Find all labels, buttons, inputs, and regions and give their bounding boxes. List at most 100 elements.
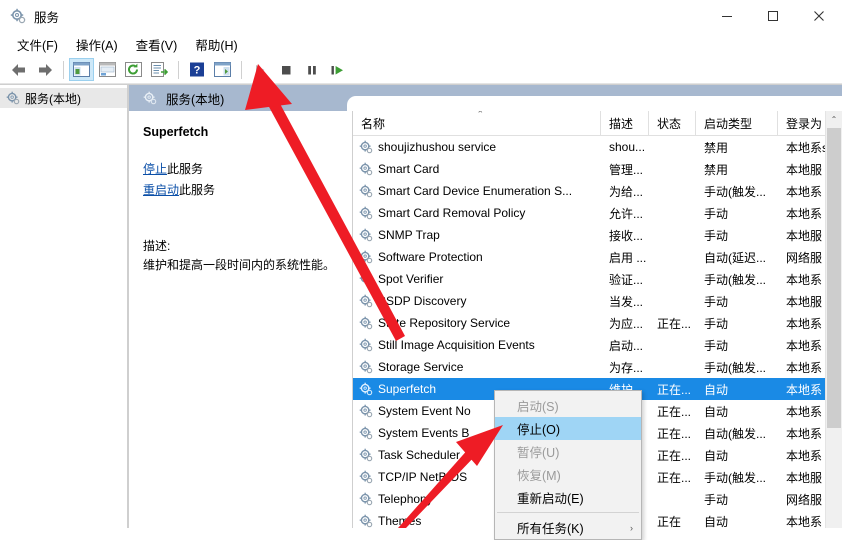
cell-startup-type: 手动(触发... <box>704 360 766 375</box>
start-service-icon[interactable] <box>247 58 272 81</box>
show-action-pane-icon[interactable] <box>210 58 235 81</box>
service-gear-icon <box>359 272 373 286</box>
pane-header: 服务(本地) <box>129 85 842 111</box>
column-description[interactable]: 描述 <box>601 111 649 135</box>
table-row[interactable]: shoujizhushou serviceshou...禁用本地系statist… <box>353 136 842 158</box>
ctx-restart[interactable]: 重新启动(E) <box>495 486 641 509</box>
cell-startup-type: 自动 <box>704 448 729 463</box>
cell-startup-type: 手动(触发... <box>704 184 766 199</box>
column-startup-type[interactable]: 启动类型 <box>696 111 778 135</box>
stop-service-row: 停止此服务 <box>143 161 342 178</box>
cell-description: shou... <box>609 140 646 154</box>
cell-status: 正在 <box>657 514 682 529</box>
close-button[interactable] <box>796 0 842 32</box>
cell-startup-type: 手动(触发... <box>704 470 766 485</box>
cell-description: 为存... <box>609 360 644 375</box>
help-icon[interactable]: ? <box>184 58 209 81</box>
ctx-resume-label: 恢复(M) <box>517 469 561 483</box>
table-row[interactable]: Spot Verifier 验证... 手动(触发... 本地系 <box>353 268 842 290</box>
console-tree-pane: 服务(本地) <box>0 84 128 528</box>
cell-startup-type: 自动 <box>704 382 729 397</box>
scroll-up-arrow-icon[interactable]: ⌃ <box>826 111 842 128</box>
detail-service-name: Superfetch <box>143 125 209 139</box>
menu-action[interactable]: 操作(A) <box>67 33 127 56</box>
cell-status: 正在... <box>657 448 692 463</box>
cell-description: 当发... <box>609 294 644 309</box>
toolbar-separator-1 <box>63 60 64 79</box>
service-gear-icon <box>359 184 373 198</box>
cell-service-name-label: Storage Service <box>378 360 464 374</box>
description-label: 描述: <box>143 239 171 253</box>
column-logon-as-label: 登录为 <box>786 116 823 131</box>
export-list-icon[interactable] <box>147 58 172 81</box>
back-arrow-icon[interactable] <box>6 58 31 81</box>
main-area: 服务(本地) 服务(本地) Superfetch 停止此服务 重启动此服务 描述… <box>0 84 842 528</box>
ctx-start-label: 启动(S) <box>517 400 559 414</box>
cell-description: 允许... <box>609 206 644 221</box>
service-gear-icon <box>359 514 373 528</box>
cell-description: 启用 ... <box>609 250 647 265</box>
cell-startup-type: 自动(触发... <box>704 426 766 441</box>
stop-service-suffix: 此服务 <box>167 162 204 176</box>
ctx-stop-label: 停止(O) <box>517 423 561 437</box>
table-row[interactable]: Storage Service 为存... 手动(触发... 本地系 <box>353 356 842 378</box>
column-status[interactable]: 状态 <box>649 111 696 135</box>
table-row[interactable]: SNMP Trap 接收... 手动 本地服 <box>353 224 842 246</box>
table-row[interactable]: Smart Card 管理... 禁用 本地服 <box>353 158 842 180</box>
forward-arrow-icon[interactable] <box>32 58 57 81</box>
table-row[interactable]: Smart Card Device Enumeration S... 为给... 手… <box>353 180 842 202</box>
cell-startup-type: 手动(触发... <box>704 272 766 287</box>
restart-service-suffix: 此服务 <box>179 183 216 197</box>
stop-service-link[interactable]: 停止 <box>143 162 167 176</box>
cell-startup-type: 禁用 <box>704 162 729 177</box>
table-row[interactable]: Still Image Acquisition Events 启动... 手动 本地系 <box>353 334 842 356</box>
tree-item-services-local[interactable]: 服务(本地) <box>0 88 127 108</box>
refresh-icon[interactable] <box>121 58 146 81</box>
window-title: 服务 <box>34 10 60 25</box>
restart-service-icon[interactable] <box>325 58 350 81</box>
cell-service-name-label: SNMP Trap <box>378 228 440 242</box>
ctx-stop[interactable]: 停止(O) <box>495 417 641 440</box>
cell-startup-type: 手动 <box>704 228 729 243</box>
menu-file[interactable]: 文件(F) <box>8 33 67 56</box>
column-name[interactable]: ⌃ 名称 <box>353 111 601 135</box>
cell-status: 正在... <box>657 426 692 441</box>
service-gear-icon <box>359 294 373 308</box>
show-hide-tree-icon[interactable] <box>69 58 94 81</box>
service-gear-icon <box>359 382 373 396</box>
menu-help[interactable]: 帮助(H) <box>186 33 246 56</box>
cell-service-name-label: System Event No <box>378 404 471 418</box>
toolbar: ? <box>0 56 842 84</box>
list-vertical-scrollbar[interactable]: ⌃ <box>825 111 842 528</box>
cell-service-name-label: shoujizhushou service <box>378 140 497 154</box>
table-row[interactable]: SSDP Discovery 当发... 手动 本地服 <box>353 290 842 312</box>
table-row[interactable]: State Repository Service 为应... 正在... 手动 本地系 <box>353 312 842 334</box>
svg-text:?: ? <box>193 65 200 77</box>
cell-startup-type: 自动 <box>704 514 729 529</box>
cell-service-name-label: Superfetch <box>378 382 437 396</box>
column-name-label: 名称 <box>361 116 386 131</box>
table-row[interactable]: Software Protection 启用 ... 自动(延迟... 网络服 <box>353 246 842 268</box>
menu-view[interactable]: 查看(V) <box>127 33 187 56</box>
restart-service-link[interactable]: 重启动 <box>143 183 179 197</box>
ctx-resume: 恢复(M) <box>495 463 641 486</box>
cell-startup-type: 手动 <box>704 338 729 353</box>
toolbar-separator-2 <box>178 60 179 79</box>
service-gear-icon <box>359 448 373 462</box>
cell-description: 管理... <box>609 162 644 177</box>
maximize-button[interactable] <box>750 0 796 32</box>
stop-service-icon[interactable] <box>273 58 298 81</box>
scrollbar-thumb[interactable] <box>827 128 841 428</box>
service-gear-icon <box>359 492 373 506</box>
window-controls <box>704 0 842 32</box>
pause-service-icon[interactable] <box>299 58 324 81</box>
cell-service-name: SSDP Discovery <box>353 294 601 308</box>
properties-icon[interactable] <box>95 58 120 81</box>
cell-service-name: Spot Verifier <box>353 272 601 286</box>
services-gear-icon <box>10 8 26 24</box>
ctx-start: 启动(S) <box>495 394 641 417</box>
minimize-button[interactable] <box>704 0 750 32</box>
table-row[interactable]: Smart Card Removal Policy 允许... 手动 本地系 <box>353 202 842 224</box>
cell-service-name: Still Image Acquisition Events <box>353 338 601 352</box>
cell-startup-type: 手动 <box>704 316 729 331</box>
